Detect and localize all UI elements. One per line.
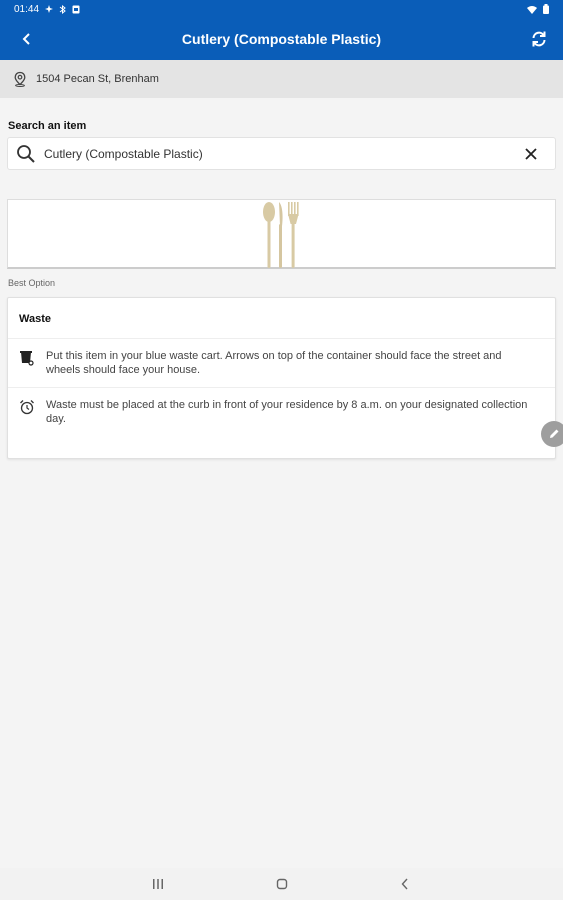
search-label: Search an item [8, 120, 87, 132]
alarm-clock-icon [18, 398, 36, 417]
instruction-row: Put this item in your blue waste cart. A… [8, 339, 555, 387]
waste-cart-icon [18, 349, 36, 368]
status-time: 01:44 [14, 3, 40, 15]
back-button[interactable] [16, 28, 38, 50]
system-nav-bar [0, 868, 563, 900]
status-icons-right [527, 4, 549, 14]
home-icon [276, 878, 288, 890]
best-option-label: Best Option [8, 278, 56, 288]
search-field[interactable] [7, 137, 556, 170]
recent-apps-button[interactable] [148, 874, 168, 894]
cutlery-image [262, 201, 299, 268]
home-button[interactable] [272, 874, 292, 894]
search-input[interactable] [42, 145, 521, 162]
disposal-card: Waste Put this item in your blue waste c… [7, 297, 556, 459]
search-icon [16, 144, 36, 164]
app-bar: Cutlery (Compostable Plastic) [0, 18, 563, 60]
system-back-button[interactable] [395, 874, 415, 894]
location-bar[interactable]: 1504 Pecan St, Brenham [0, 60, 563, 98]
close-icon [525, 147, 537, 160]
chevron-left-icon [401, 878, 408, 890]
instruction-row: Waste must be placed at the curb in fron… [8, 387, 555, 436]
item-image-card [7, 199, 556, 269]
status-bar: 01:44 [0, 0, 563, 18]
status-icons-left [45, 4, 80, 14]
sim-icon [72, 5, 80, 13]
recent-apps-icon [153, 879, 163, 889]
instruction-text: Put this item in your blue waste cart. A… [46, 350, 502, 376]
edit-button[interactable] [541, 421, 563, 447]
notification-icon [45, 5, 54, 13]
instruction-text: Waste must be placed at the curb in fron… [46, 399, 528, 425]
location-pin-icon [12, 71, 28, 87]
page-title: Cutlery (Compostable Plastic) [181, 31, 382, 47]
refresh-button[interactable] [527, 27, 551, 51]
refresh-icon [532, 31, 546, 47]
disposal-title: Waste [8, 298, 555, 339]
pencil-icon [550, 429, 559, 438]
bluetooth-icon [59, 4, 66, 14]
wifi-icon [527, 5, 537, 14]
address-text: 1504 Pecan St, Brenham [36, 73, 159, 85]
clear-search-button[interactable] [521, 144, 541, 164]
battery-icon [543, 4, 549, 14]
chevron-left-icon [22, 33, 30, 45]
